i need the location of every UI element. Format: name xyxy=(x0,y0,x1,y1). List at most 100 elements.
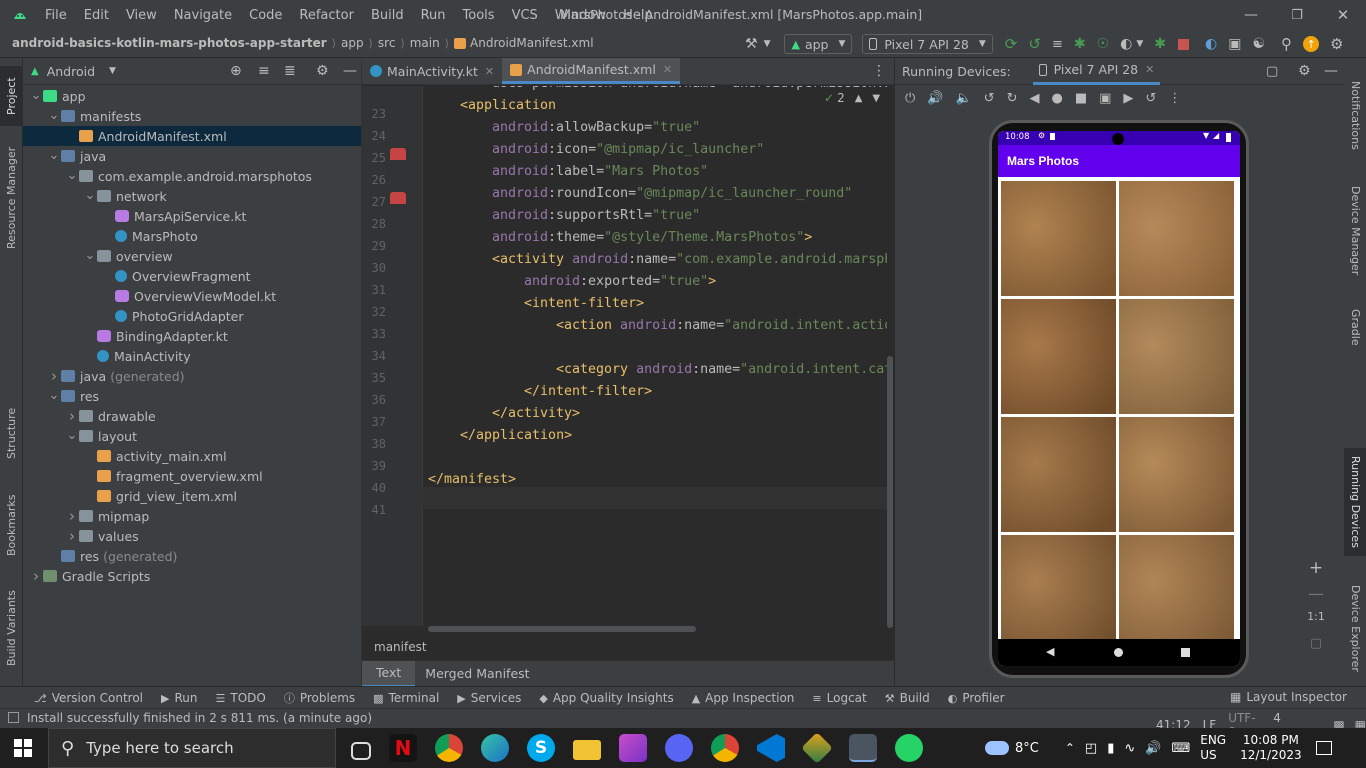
mars-photo[interactable] xyxy=(1119,299,1234,414)
tree-item[interactable]: › drawable xyxy=(23,406,361,426)
close-icon[interactable]: ✕ xyxy=(485,65,494,78)
tab-notifications[interactable]: Notifications xyxy=(1344,68,1366,163)
netflix-icon[interactable]: N xyxy=(389,734,417,762)
toolwindow-app-inspection[interactable]: ▲ App Inspection xyxy=(692,691,795,705)
toolwindow-build[interactable]: ⚒ Build xyxy=(885,691,930,705)
run-config-selector[interactable]: ▲ app ▼ xyxy=(784,34,853,54)
menu-refactor[interactable]: Refactor xyxy=(299,8,362,23)
tree-item[interactable]: ⌄ com.example.android.marsphotos xyxy=(23,166,361,186)
chevron-right-icon[interactable]: › xyxy=(29,567,43,585)
windows-start-icon[interactable] xyxy=(14,739,32,757)
whatsapp-icon[interactable] xyxy=(895,734,923,762)
chevron-down-icon[interactable]: ⌄ xyxy=(29,89,43,102)
tree-item[interactable]: PhotoGridAdapter xyxy=(23,306,361,326)
close-icon[interactable]: ✕ xyxy=(1145,63,1154,76)
keyboard-tray-icon[interactable]: ⌨ xyxy=(1171,741,1190,756)
overview-icon[interactable]: ■ xyxy=(1075,91,1087,106)
toolwindow-todo[interactable]: ☰ TODO xyxy=(216,691,266,705)
tree-item[interactable]: AndroidManifest.xml xyxy=(23,126,361,146)
tree-item[interactable]: fragment_overview.xml xyxy=(23,466,361,486)
home-icon[interactable]: ● xyxy=(1051,91,1062,106)
bottom-breadcrumb[interactable]: manifest xyxy=(374,640,427,654)
chevron-down-icon[interactable]: ▼ xyxy=(764,39,771,49)
chevron-down-icon[interactable]: ⌄ xyxy=(65,429,79,442)
menu-navigate[interactable]: Navigate xyxy=(174,8,240,23)
status-message[interactable]: Install successfully finished in 2 s 811… xyxy=(27,711,372,725)
breadcrumb-main[interactable]: main xyxy=(410,36,440,50)
tree-item[interactable]: OverviewViewModel.kt xyxy=(23,286,361,306)
search-icon[interactable]: ⚲ xyxy=(1281,35,1292,53)
tree-item[interactable]: › values xyxy=(23,526,361,546)
status-toggle-icon[interactable] xyxy=(8,712,19,723)
toolwindow-terminal[interactable]: ▩ Terminal xyxy=(373,691,439,705)
tree-item[interactable]: grid_view_item.xml xyxy=(23,486,361,506)
rotate-left-icon[interactable]: ↺ xyxy=(984,91,995,106)
screen-record-icon[interactable]: ▶ xyxy=(1123,91,1133,106)
toolwindow-problems[interactable]: ⓘ Problems xyxy=(284,690,355,706)
minimize-button[interactable]: — xyxy=(1228,7,1274,23)
menu-view[interactable]: View xyxy=(126,8,165,23)
volume-up-icon[interactable]: 🔊 xyxy=(927,91,943,106)
mars-photo[interactable] xyxy=(1001,181,1116,296)
power-icon[interactable]: ⏻ xyxy=(905,91,915,106)
tab-gradle[interactable]: Gradle xyxy=(1344,300,1366,355)
tree-item[interactable]: › mipmap xyxy=(23,506,361,526)
apply-code-changes-icon[interactable]: ↺ xyxy=(1028,35,1041,53)
layout-inspector-button[interactable]: ▦ Layout Inspector xyxy=(1230,690,1347,704)
language-indicator[interactable]: ENG US xyxy=(1200,733,1226,763)
chevron-up-icon[interactable]: ⌃ xyxy=(1065,741,1075,755)
menu-edit[interactable]: Edit xyxy=(84,8,117,23)
update-icon[interactable]: ↑ xyxy=(1303,36,1320,52)
vscode-icon[interactable] xyxy=(757,734,785,762)
screenshot-icon[interactable]: ▣ xyxy=(1099,91,1111,106)
skype-icon[interactable]: S xyxy=(527,734,555,762)
tree-item[interactable]: ⌄ network xyxy=(23,186,361,206)
tree-item[interactable]: ⌄ manifests xyxy=(23,106,361,126)
tree-item[interactable]: › Gradle Scripts xyxy=(23,566,361,586)
android-studio-taskbar-icon[interactable] xyxy=(849,734,877,762)
wifi-tray-icon[interactable]: ∿ xyxy=(1124,741,1135,756)
mars-photo[interactable] xyxy=(1119,181,1234,296)
chevron-down-icon[interactable]: ⌄ xyxy=(47,109,61,122)
tab-mainactivity[interactable]: MainActivity.kt ✕ xyxy=(362,58,502,84)
maximize-panel-icon[interactable]: ▢ xyxy=(1266,64,1278,79)
zoom-in-icon[interactable]: + xyxy=(1302,558,1330,584)
more-options-icon[interactable]: ⋮ xyxy=(1168,91,1181,106)
menu-tools[interactable]: Tools xyxy=(463,8,503,23)
chevron-down-icon[interactable]: ▼ xyxy=(1136,39,1143,49)
tab-project[interactable]: Project xyxy=(0,66,23,126)
device-manager-icon[interactable]: ◐ xyxy=(1205,36,1217,52)
chevron-down-icon[interactable]: ▼ xyxy=(109,66,116,76)
hammer-icon[interactable]: ⚒ xyxy=(745,36,758,52)
network-tray-icon[interactable]: ◰ xyxy=(1085,741,1097,756)
tree-item[interactable]: activity_main.xml xyxy=(23,446,361,466)
menu-code[interactable]: Code xyxy=(249,8,290,23)
menu-run[interactable]: Run xyxy=(421,8,454,23)
menu-vcs[interactable]: VCS xyxy=(512,8,546,23)
tab-androidmanifest[interactable]: AndroidManifest.xml ✕ xyxy=(502,58,681,84)
tree-item[interactable]: ⌄ layout xyxy=(23,426,361,446)
chevron-right-icon[interactable]: › xyxy=(65,507,79,525)
tab-running-devices[interactable]: Running Devices xyxy=(1344,448,1366,556)
zoom-fit-icon[interactable]: ▢ xyxy=(1302,636,1330,651)
clock[interactable]: 10:08 PM 12/1/2023 xyxy=(1240,733,1302,763)
tree-item[interactable]: MarsPhoto xyxy=(23,226,361,246)
vertical-scrollbar[interactable] xyxy=(887,356,893,628)
tree-item[interactable]: › java (generated) xyxy=(23,366,361,386)
weather-icon[interactable] xyxy=(985,741,1009,755)
mars-photo[interactable] xyxy=(1119,417,1234,532)
gear-icon[interactable]: ⚙ xyxy=(316,63,329,79)
maximize-button[interactable]: ❐ xyxy=(1274,8,1320,23)
chrome-icon[interactable] xyxy=(435,734,463,762)
tab-text[interactable]: Text xyxy=(362,660,416,687)
tab-device-explorer[interactable]: Device Explorer xyxy=(1344,578,1366,678)
tab-resource-manager[interactable]: Resource Manager xyxy=(0,138,23,258)
chevron-right-icon[interactable]: › xyxy=(47,367,61,385)
file-explorer-icon[interactable] xyxy=(573,740,601,760)
chevron-down-icon[interactable]: ⌄ xyxy=(83,189,97,202)
close-icon[interactable]: ✕ xyxy=(663,63,672,76)
mars-photo[interactable] xyxy=(1001,535,1116,650)
tree-item[interactable]: MarsApiService.kt xyxy=(23,206,361,226)
tab-device-pixel7[interactable]: Pixel 7 API 28 ✕ xyxy=(1032,58,1161,85)
chevron-right-icon[interactable]: › xyxy=(65,407,79,425)
